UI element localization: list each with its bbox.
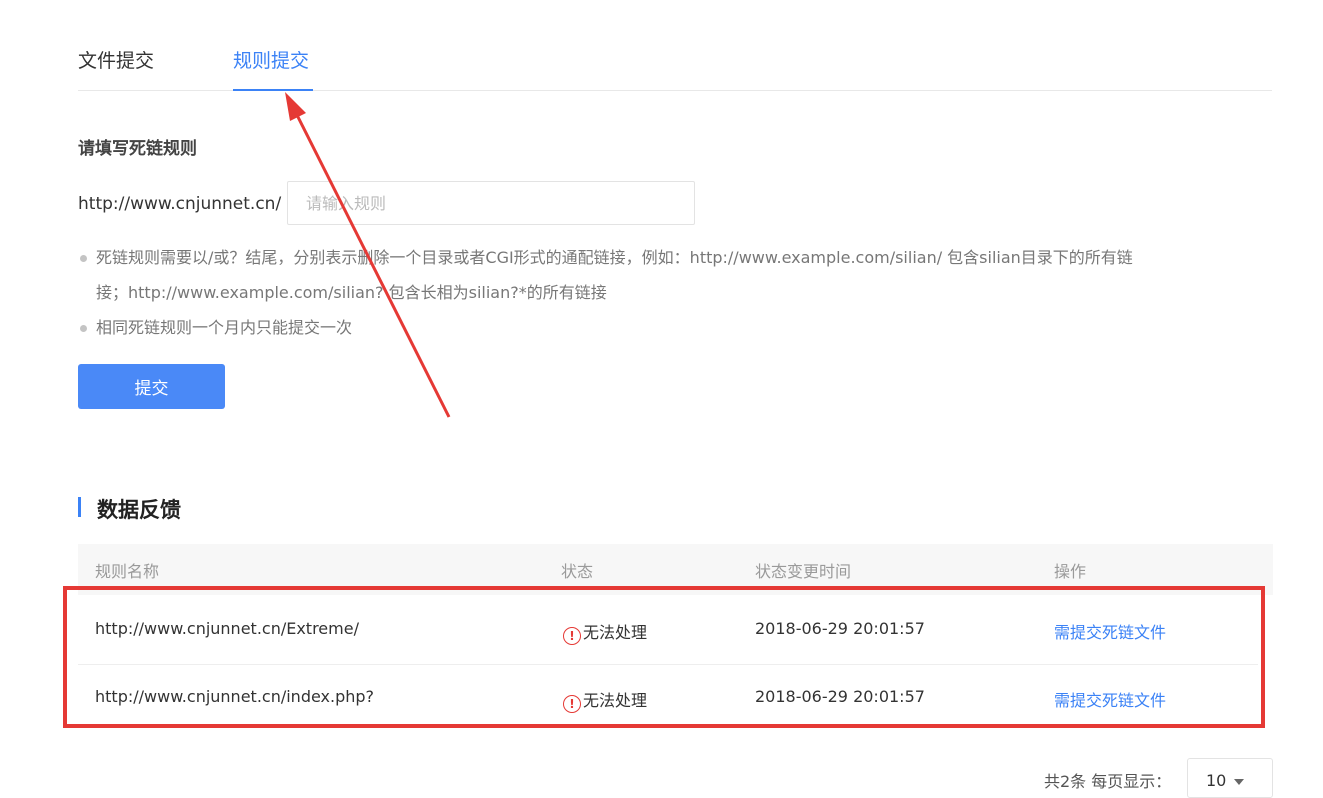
pagination-summary: 共2条 每页显示： — [1044, 772, 1172, 791]
table-header: 规则名称 状态 状态变更时间 操作 — [78, 544, 1273, 595]
tab-file-submit[interactable]: 文件提交 — [78, 46, 154, 73]
status-time: 2018-06-29 20:01:57 — [755, 619, 925, 638]
submit-deadlink-file-link[interactable]: 需提交死链文件 — [1054, 619, 1166, 643]
rule-input[interactable] — [287, 181, 695, 225]
section-accent-bar — [78, 497, 81, 517]
note-line-2: 相同死链规则一个月内只能提交一次 — [96, 318, 353, 337]
warning-icon: ! — [563, 695, 581, 713]
table-row: http://www.cnjunnet.cn/index.php? ! 无法处理 … — [78, 665, 1258, 732]
rule-name: http://www.cnjunnet.cn/index.php? — [95, 687, 375, 706]
column-header-status: 状态 — [561, 562, 594, 581]
note-bullet — [80, 255, 87, 262]
tab-bar: 文件提交 规则提交 — [78, 40, 1272, 91]
status-text: 无法处理 — [583, 691, 648, 710]
submit-deadlink-file-link[interactable]: 需提交死链文件 — [1054, 687, 1166, 711]
status-text: 无法处理 — [583, 623, 648, 642]
status-cell: ! 无法处理 — [563, 687, 647, 713]
table-row: http://www.cnjunnet.cn/Extreme/ ! 无法处理 20… — [78, 597, 1258, 665]
status-cell: ! 无法处理 — [563, 619, 647, 645]
column-header-time: 状态变更时间 — [755, 562, 852, 581]
url-prefix: http://www.cnjunnet.cn/ — [78, 194, 282, 214]
note-bullet — [80, 325, 87, 332]
status-time: 2018-06-29 20:01:57 — [755, 687, 925, 706]
warning-icon: ! — [563, 627, 581, 645]
column-header-action: 操作 — [1054, 562, 1087, 581]
form-title: 请填写死链规则 — [78, 139, 197, 159]
tab-rule-submit[interactable]: 规则提交 — [233, 46, 309, 73]
chevron-down-icon — [1234, 779, 1244, 785]
rule-name: http://www.cnjunnet.cn/Extreme/ — [95, 619, 359, 638]
note-line-1-cont: 接；http://www.example.com/silian? 包含长相为si… — [96, 283, 607, 302]
column-header-rule: 规则名称 — [95, 562, 160, 581]
section-title: 数据反馈 — [97, 498, 181, 522]
page-size-select[interactable]: 10 — [1187, 758, 1273, 798]
note-line-1: 死链规则需要以/或？结尾，分别表示删除一个目录或者CGI形式的通配链接，例如：h… — [96, 248, 1133, 267]
active-tab-indicator — [233, 89, 313, 91]
submit-button[interactable]: 提交 — [78, 364, 225, 409]
